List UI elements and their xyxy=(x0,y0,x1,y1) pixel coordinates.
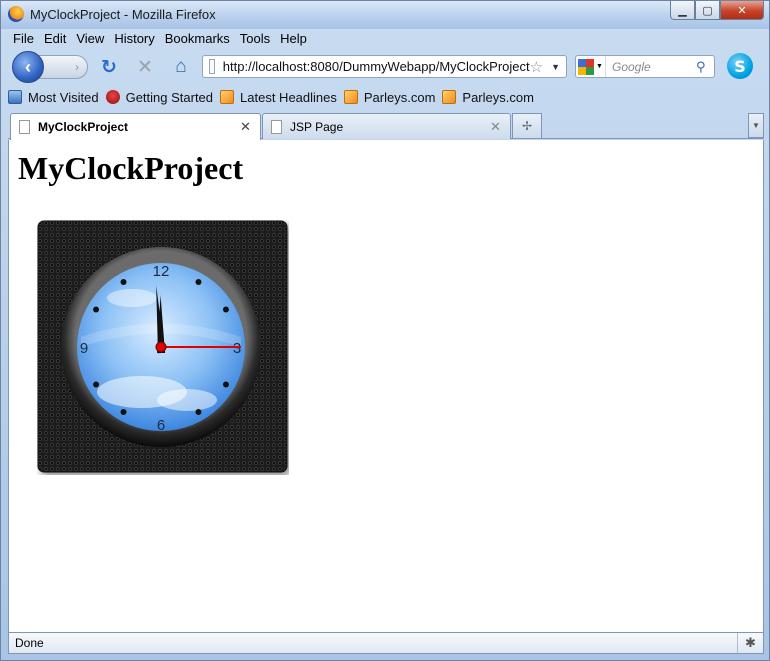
url-input[interactable]: http://localhost:8080/DummyWebapp/MyCloc… xyxy=(223,59,530,74)
page-icon xyxy=(209,59,215,74)
window-title: MyClockProject - Mozilla Firefox xyxy=(30,7,216,22)
tab-list-button[interactable]: ▼ xyxy=(748,113,764,138)
menu-history[interactable]: History xyxy=(109,30,159,48)
reload-icon: ↻ xyxy=(101,56,117,78)
menu-bookmarks[interactable]: Bookmarks xyxy=(160,30,235,48)
hour-dot xyxy=(222,306,229,313)
bookmark-getting-started[interactable]: Getting Started xyxy=(105,89,214,105)
reload-button[interactable]: ↻ xyxy=(98,56,120,78)
bookmarks-toolbar: Most Visited Getting Started Latest Head… xyxy=(8,87,541,107)
bookmark-latest-headlines[interactable]: Latest Headlines xyxy=(220,90,337,105)
back-icon: ‹ xyxy=(25,56,31,77)
search-input[interactable]: Google xyxy=(606,60,696,74)
forward-icon: › xyxy=(75,60,79,74)
url-dropdown-icon[interactable]: ▼ xyxy=(551,62,560,72)
numeral-6: 6 xyxy=(157,417,165,434)
numeral-9: 9 xyxy=(80,340,88,357)
stop-icon: ✕ xyxy=(137,56,153,78)
numeral-12: 12 xyxy=(153,263,170,280)
skype-icon[interactable]: S xyxy=(727,53,753,79)
most-visited-icon xyxy=(8,90,22,104)
menu-view[interactable]: View xyxy=(71,30,109,48)
getting-started-icon xyxy=(105,90,120,104)
status-text: Done xyxy=(15,636,44,650)
bookmark-label: Latest Headlines xyxy=(240,89,337,105)
close-icon: ✕ xyxy=(737,4,747,17)
close-button[interactable]: ✕ xyxy=(720,1,764,20)
bookmark-parleys-1[interactable]: Parleys.com xyxy=(343,89,436,105)
hour-dot xyxy=(195,408,202,415)
status-bar: Done ✱ xyxy=(8,632,764,654)
clock-graphic: 12 3 6 9 xyxy=(37,220,288,473)
minimize-icon: ▁ xyxy=(678,4,687,17)
menu-bar: File Edit View History Bookmarks Tools H… xyxy=(8,30,312,48)
tab-close-icon[interactable]: ✕ xyxy=(240,119,260,135)
navigation-toolbar: › ‹ ↻ ✕ ⌂ http://localhost:8080/DummyWeb… xyxy=(8,50,763,84)
maximize-button[interactable]: ▢ xyxy=(695,1,720,20)
page-content: MyClockProject 12 3 6 9 xyxy=(8,140,764,632)
chevron-down-icon: ▼ xyxy=(752,121,760,130)
tab-close-icon[interactable]: ✕ xyxy=(490,119,510,135)
title-bar: MyClockProject - Mozilla Firefox ▁ ▢ ✕ xyxy=(1,1,769,29)
menu-file[interactable]: File xyxy=(8,30,39,48)
bookmark-star-icon[interactable]: ☆ xyxy=(530,58,543,76)
search-bar[interactable]: ▼ Google ⚲ xyxy=(575,55,715,78)
browser-window: MyClockProject - Mozilla Firefox ▁ ▢ ✕ F… xyxy=(0,0,770,661)
numeral-3: 3 xyxy=(233,340,241,357)
search-engine-selector[interactable]: ▼ xyxy=(576,56,606,77)
search-icon[interactable]: ⚲ xyxy=(696,59,714,75)
hour-dot xyxy=(120,408,127,415)
maximize-icon: ▢ xyxy=(702,4,713,17)
hour-dot xyxy=(93,381,100,388)
hour-dot xyxy=(222,381,229,388)
bookmark-label: Most Visited xyxy=(28,89,99,105)
rss-icon xyxy=(220,90,235,104)
stop-button[interactable]: ✕ xyxy=(134,56,156,78)
menu-tools[interactable]: Tools xyxy=(235,30,275,48)
home-icon: ⌂ xyxy=(175,56,187,77)
rss-icon xyxy=(442,90,457,104)
bookmark-label: Parleys.com xyxy=(462,89,534,105)
home-button[interactable]: ⌂ xyxy=(170,56,192,78)
tab-myclockproject[interactable]: MyClockProject ✕ xyxy=(10,113,261,140)
new-tab-button[interactable]: ✢ xyxy=(512,113,542,138)
document-icon xyxy=(271,119,282,134)
menu-help[interactable]: Help xyxy=(275,30,312,48)
menu-edit[interactable]: Edit xyxy=(39,30,71,48)
chevron-down-icon: ▼ xyxy=(596,63,603,70)
addon-status-icon[interactable]: ✱ xyxy=(737,633,763,653)
clock-hub xyxy=(155,341,167,353)
document-icon xyxy=(19,120,30,134)
window-controls: ▁ ▢ ✕ xyxy=(670,1,764,20)
firefox-icon xyxy=(8,6,24,22)
back-button[interactable]: ‹ xyxy=(12,51,44,83)
tab-strip: MyClockProject ✕ JSP Page ✕ ✢ ▼ xyxy=(8,111,764,140)
tab-label: MyClockProject xyxy=(38,120,129,134)
clock-widget: 12 3 6 9 xyxy=(37,220,289,475)
google-icon xyxy=(578,58,595,75)
rss-icon xyxy=(343,90,358,104)
forward-button[interactable]: › xyxy=(38,55,88,79)
hour-dot xyxy=(195,279,202,286)
page-title: MyClockProject xyxy=(18,150,244,186)
bookmark-most-visited[interactable]: Most Visited xyxy=(8,90,99,105)
minimize-button[interactable]: ▁ xyxy=(670,1,695,20)
url-bar[interactable]: http://localhost:8080/DummyWebapp/MyCloc… xyxy=(202,55,567,78)
bookmark-label: Parleys.com xyxy=(363,89,436,105)
hour-dot xyxy=(120,279,127,286)
tab-label: JSP Page xyxy=(290,119,344,134)
bookmark-parleys-2[interactable]: Parleys.com xyxy=(442,90,534,105)
tab-jsp-page[interactable]: JSP Page ✕ xyxy=(262,113,511,139)
hour-dot xyxy=(93,306,100,313)
bookmark-label: Getting Started xyxy=(125,89,214,105)
plus-icon: ✢ xyxy=(521,119,533,133)
